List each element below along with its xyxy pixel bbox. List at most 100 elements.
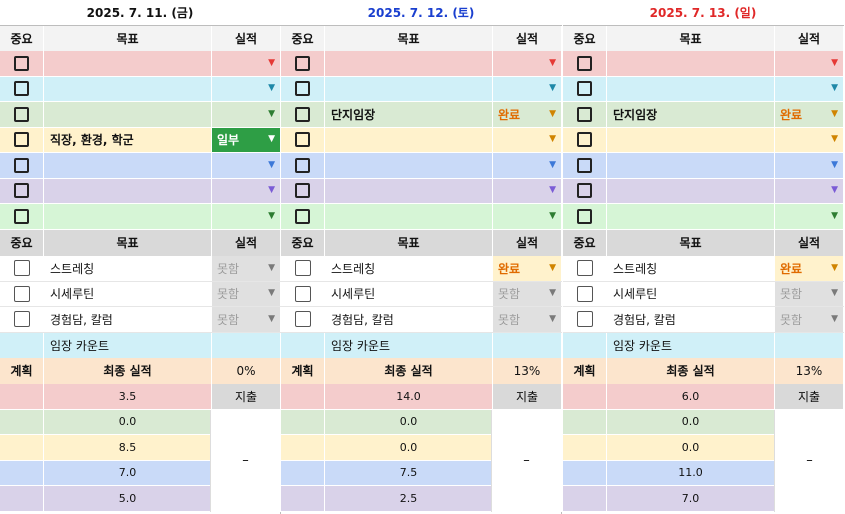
routine-checkbox-cell[interactable] <box>563 281 607 306</box>
importance-checkbox-cell[interactable] <box>563 178 607 203</box>
checkbox-icon[interactable] <box>295 183 310 199</box>
checkbox-icon[interactable] <box>14 106 29 122</box>
goal-text[interactable] <box>607 127 775 152</box>
dropdown-arrow-icon[interactable]: ▼ <box>549 160 556 170</box>
dropdown-arrow-icon[interactable]: ▼ <box>549 211 556 221</box>
result-dropdown[interactable]: 완료 ▼ <box>493 256 562 281</box>
dropdown-arrow-icon[interactable]: ▼ <box>268 211 275 221</box>
result-dropdown[interactable]: ▼ <box>212 178 281 203</box>
importance-checkbox-cell[interactable] <box>563 153 607 178</box>
importance-checkbox-cell[interactable] <box>563 102 607 127</box>
dropdown-arrow-icon[interactable]: ▼ <box>268 314 275 324</box>
checkbox-icon[interactable] <box>13 260 30 277</box>
routine-checkbox-cell[interactable] <box>281 256 325 281</box>
result-dropdown[interactable]: ▼ <box>212 102 281 127</box>
checkbox-icon[interactable] <box>577 106 592 122</box>
checkbox-icon[interactable] <box>295 132 310 148</box>
dropdown-arrow-icon[interactable]: ▼ <box>831 263 838 273</box>
goal-text[interactable] <box>325 178 493 203</box>
result-dropdown[interactable]: 못함 ▼ <box>212 307 281 332</box>
goal-text[interactable] <box>607 51 775 76</box>
result-dropdown[interactable]: ▼ <box>493 178 562 203</box>
dropdown-arrow-icon[interactable]: ▼ <box>549 58 556 68</box>
routine-checkbox-cell[interactable] <box>0 256 44 281</box>
checkbox-icon[interactable] <box>577 55 592 71</box>
dropdown-arrow-icon[interactable]: ▼ <box>831 314 838 324</box>
checkbox-icon[interactable] <box>295 81 310 97</box>
goal-text[interactable] <box>325 127 493 152</box>
result-dropdown[interactable]: 완료 ▼ <box>775 256 844 281</box>
goal-text[interactable] <box>325 204 493 229</box>
dropdown-arrow-icon[interactable]: ▼ <box>549 263 556 273</box>
result-dropdown[interactable]: 못함 ▼ <box>775 307 844 332</box>
goal-text[interactable] <box>325 51 493 76</box>
result-dropdown[interactable]: ▼ <box>775 127 844 152</box>
checkbox-icon[interactable] <box>577 132 592 148</box>
importance-checkbox-cell[interactable] <box>281 204 325 229</box>
result-dropdown[interactable]: ▼ <box>775 76 844 101</box>
result-dropdown[interactable]: ▼ <box>775 153 844 178</box>
goal-text[interactable] <box>607 76 775 101</box>
checkbox-icon[interactable] <box>295 55 310 71</box>
dropdown-arrow-icon[interactable]: ▼ <box>549 314 556 324</box>
result-dropdown[interactable]: 못함 ▼ <box>775 281 844 306</box>
goal-text[interactable] <box>607 204 775 229</box>
result-dropdown[interactable]: ▼ <box>775 204 844 229</box>
result-dropdown[interactable]: ▼ <box>212 204 281 229</box>
routine-checkbox-cell[interactable] <box>281 307 325 332</box>
dropdown-arrow-icon[interactable]: ▼ <box>831 289 838 298</box>
checkbox-icon[interactable] <box>14 208 29 224</box>
checkbox-icon[interactable] <box>576 285 593 302</box>
goal-text[interactable]: 단지임장 <box>607 102 775 127</box>
dropdown-arrow-icon[interactable]: ▼ <box>549 84 556 93</box>
result-dropdown[interactable]: ▼ <box>775 178 844 203</box>
checkbox-icon[interactable] <box>295 106 310 122</box>
checkbox-icon[interactable] <box>294 285 311 302</box>
dropdown-arrow-icon[interactable]: ▼ <box>268 135 275 144</box>
dropdown-arrow-icon[interactable]: ▼ <box>549 109 556 119</box>
dropdown-arrow-icon[interactable]: ▼ <box>268 186 275 195</box>
result-dropdown[interactable]: ▼ <box>212 51 281 76</box>
checkbox-icon[interactable] <box>14 81 29 97</box>
result-dropdown[interactable]: ▼ <box>493 51 562 76</box>
result-dropdown[interactable]: 못함 ▼ <box>212 256 281 281</box>
dropdown-arrow-icon[interactable]: ▼ <box>268 289 275 298</box>
goal-text[interactable] <box>44 51 212 76</box>
result-dropdown[interactable]: 완료 ▼ <box>493 102 562 127</box>
result-dropdown[interactable]: 일부 ▼ <box>212 127 281 152</box>
importance-checkbox-cell[interactable] <box>563 76 607 101</box>
routine-checkbox-cell[interactable] <box>563 256 607 281</box>
importance-checkbox-cell[interactable] <box>281 178 325 203</box>
dropdown-arrow-icon[interactable]: ▼ <box>268 58 275 68</box>
result-dropdown[interactable]: ▼ <box>493 76 562 101</box>
checkbox-icon[interactable] <box>14 183 29 199</box>
result-dropdown[interactable]: ▼ <box>212 76 281 101</box>
dropdown-arrow-icon[interactable]: ▼ <box>831 58 838 68</box>
dropdown-arrow-icon[interactable]: ▼ <box>831 109 838 119</box>
result-dropdown[interactable]: ▼ <box>493 204 562 229</box>
result-dropdown[interactable]: 못함 ▼ <box>493 307 562 332</box>
checkbox-icon[interactable] <box>295 208 310 224</box>
result-dropdown[interactable]: 완료 ▼ <box>775 102 844 127</box>
importance-checkbox-cell[interactable] <box>0 102 44 127</box>
checkbox-icon[interactable] <box>13 311 30 328</box>
dropdown-arrow-icon[interactable]: ▼ <box>268 263 275 273</box>
importance-checkbox-cell[interactable] <box>0 153 44 178</box>
dropdown-arrow-icon[interactable]: ▼ <box>549 289 556 298</box>
dropdown-arrow-icon[interactable]: ▼ <box>831 160 838 170</box>
checkbox-icon[interactable] <box>576 311 593 328</box>
checkbox-icon[interactable] <box>577 157 592 173</box>
checkbox-icon[interactable] <box>294 311 311 328</box>
result-dropdown[interactable]: ▼ <box>493 127 562 152</box>
goal-text[interactable] <box>44 204 212 229</box>
routine-checkbox-cell[interactable] <box>0 307 44 332</box>
importance-checkbox-cell[interactable] <box>0 51 44 76</box>
routine-checkbox-cell[interactable] <box>281 281 325 306</box>
checkbox-icon[interactable] <box>14 132 29 148</box>
result-dropdown[interactable]: 못함 ▼ <box>493 281 562 306</box>
goal-text[interactable] <box>325 153 493 178</box>
goal-text[interactable] <box>44 178 212 203</box>
dropdown-arrow-icon[interactable]: ▼ <box>831 84 838 93</box>
dropdown-arrow-icon[interactable]: ▼ <box>549 135 556 144</box>
result-dropdown[interactable]: ▼ <box>212 153 281 178</box>
